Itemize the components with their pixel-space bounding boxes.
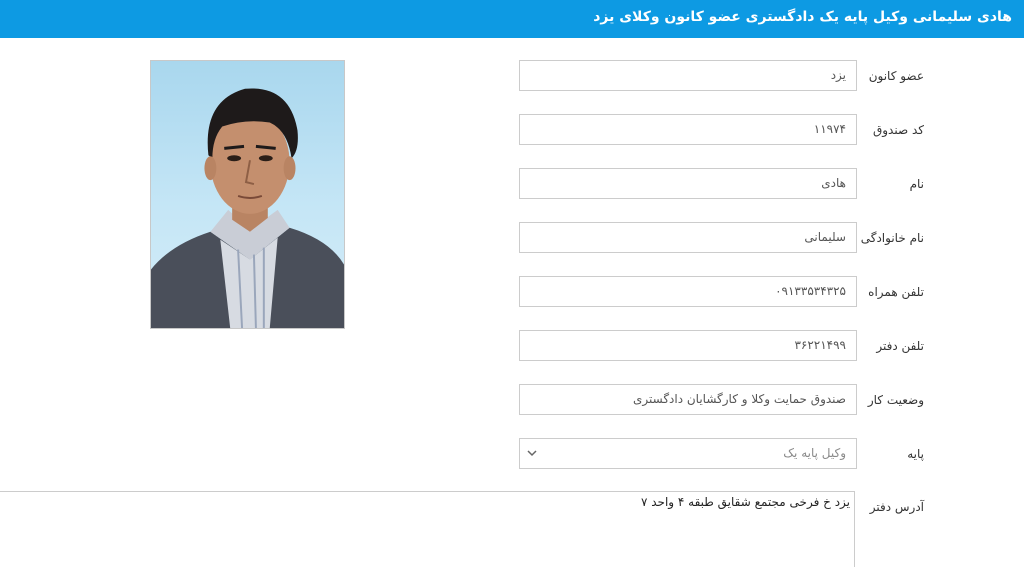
grade-label: پایه bbox=[907, 447, 924, 461]
grade-select[interactable]: وکیل پایه یک bbox=[519, 438, 857, 469]
work-status-label: وضعیت کار bbox=[867, 393, 924, 407]
mobile-label: تلفن همراه bbox=[868, 285, 924, 299]
member-of-label: عضو کانون bbox=[868, 69, 924, 83]
page-header: هادی سلیمانی وکیل پایه یک دادگستری عضو ک… bbox=[0, 0, 1024, 38]
person-photo-icon bbox=[151, 88, 344, 328]
office-phone-label: تلفن دفتر bbox=[876, 339, 924, 353]
grade-select-value: وکیل پایه یک bbox=[783, 446, 846, 460]
last-name-label: نام خانوادگی bbox=[860, 231, 924, 245]
last-name-field[interactable]: سلیمانی bbox=[519, 222, 857, 253]
office-phone-field[interactable]: ۳۶۲۲۱۴۹۹ bbox=[519, 330, 857, 361]
lawyer-photo bbox=[150, 60, 345, 329]
work-status-field[interactable]: صندوق حمایت وکلا و کارگشایان دادگستری bbox=[519, 384, 857, 415]
fund-code-label: کد صندوق bbox=[872, 123, 924, 137]
mobile-field[interactable]: ۰۹۱۳۳۵۳۴۳۲۵ bbox=[519, 276, 857, 307]
first-name-field[interactable]: هادی bbox=[519, 168, 857, 199]
first-name-label: نام bbox=[909, 177, 924, 191]
page-title: هادی سلیمانی وکیل پایه یک دادگستری عضو ک… bbox=[593, 9, 1012, 25]
office-address-label: آدرس دفتر bbox=[869, 500, 924, 514]
office-address-textarea[interactable]: یزد خ فرخی مجتمع شقایق طبقه ۴ واحد ۷ bbox=[0, 491, 855, 567]
member-of-field[interactable]: یزد bbox=[519, 60, 857, 91]
fund-code-field[interactable]: ۱۱۹۷۴ bbox=[519, 114, 857, 145]
chevron-down-icon bbox=[527, 450, 537, 457]
